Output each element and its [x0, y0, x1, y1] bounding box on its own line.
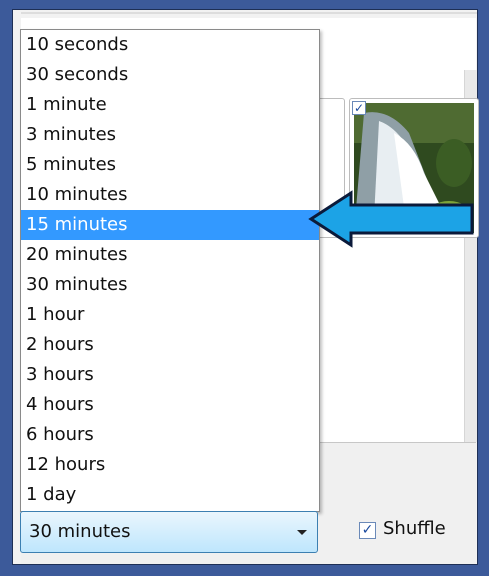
dropdown-option[interactable]: 5 minutes: [21, 150, 319, 180]
dropdown-option[interactable]: 1 minute: [21, 90, 319, 120]
dropdown-option[interactable]: 1 day: [21, 480, 319, 510]
checkmark-icon: ✓: [353, 101, 365, 115]
top-strip: [21, 12, 477, 14]
shuffle-label[interactable]: Shuffle: [383, 516, 446, 542]
dropdown-option[interactable]: 1 hour: [21, 300, 319, 330]
dropdown-option[interactable]: 10 minutes: [21, 180, 319, 210]
dropdown-option[interactable]: 30 minutes: [21, 270, 319, 300]
shuffle-checkbox[interactable]: ✓: [359, 522, 376, 539]
dropdown-option[interactable]: 10 seconds: [21, 30, 319, 60]
dropdown-option[interactable]: 2 hours: [21, 330, 319, 360]
interval-combobox[interactable]: 30 minutes: [20, 511, 318, 553]
picture-checkbox[interactable]: ✓: [352, 101, 366, 115]
dropdown-option[interactable]: 20 minutes: [21, 240, 319, 270]
interval-selected-value: 30 minutes: [29, 521, 131, 542]
dropdown-option[interactable]: 12 hours: [21, 450, 319, 480]
dropdown-option[interactable]: 4 hours: [21, 390, 319, 420]
dropdown-option[interactable]: 6 hours: [21, 420, 319, 450]
dropdown-option[interactable]: 30 seconds: [21, 60, 319, 90]
checkmark-icon: ✓: [361, 522, 374, 538]
dropdown-option[interactable]: 3 hours: [21, 360, 319, 390]
dropdown-option[interactable]: 15 minutes: [21, 210, 319, 240]
chevron-down-icon: [297, 530, 307, 535]
window-frame: ✓ 10 seconds 30 seconds 1 minute 3 minutes 5…: [12, 9, 479, 565]
left-arrow-icon: [308, 190, 474, 248]
interval-dropdown-list: 10 seconds 30 seconds 1 minute 3 minutes 5 m…: [20, 29, 320, 512]
dropdown-option[interactable]: 3 minutes: [21, 120, 319, 150]
interval-options: 10 seconds 30 seconds 1 minute 3 minutes 5 m…: [21, 30, 319, 510]
